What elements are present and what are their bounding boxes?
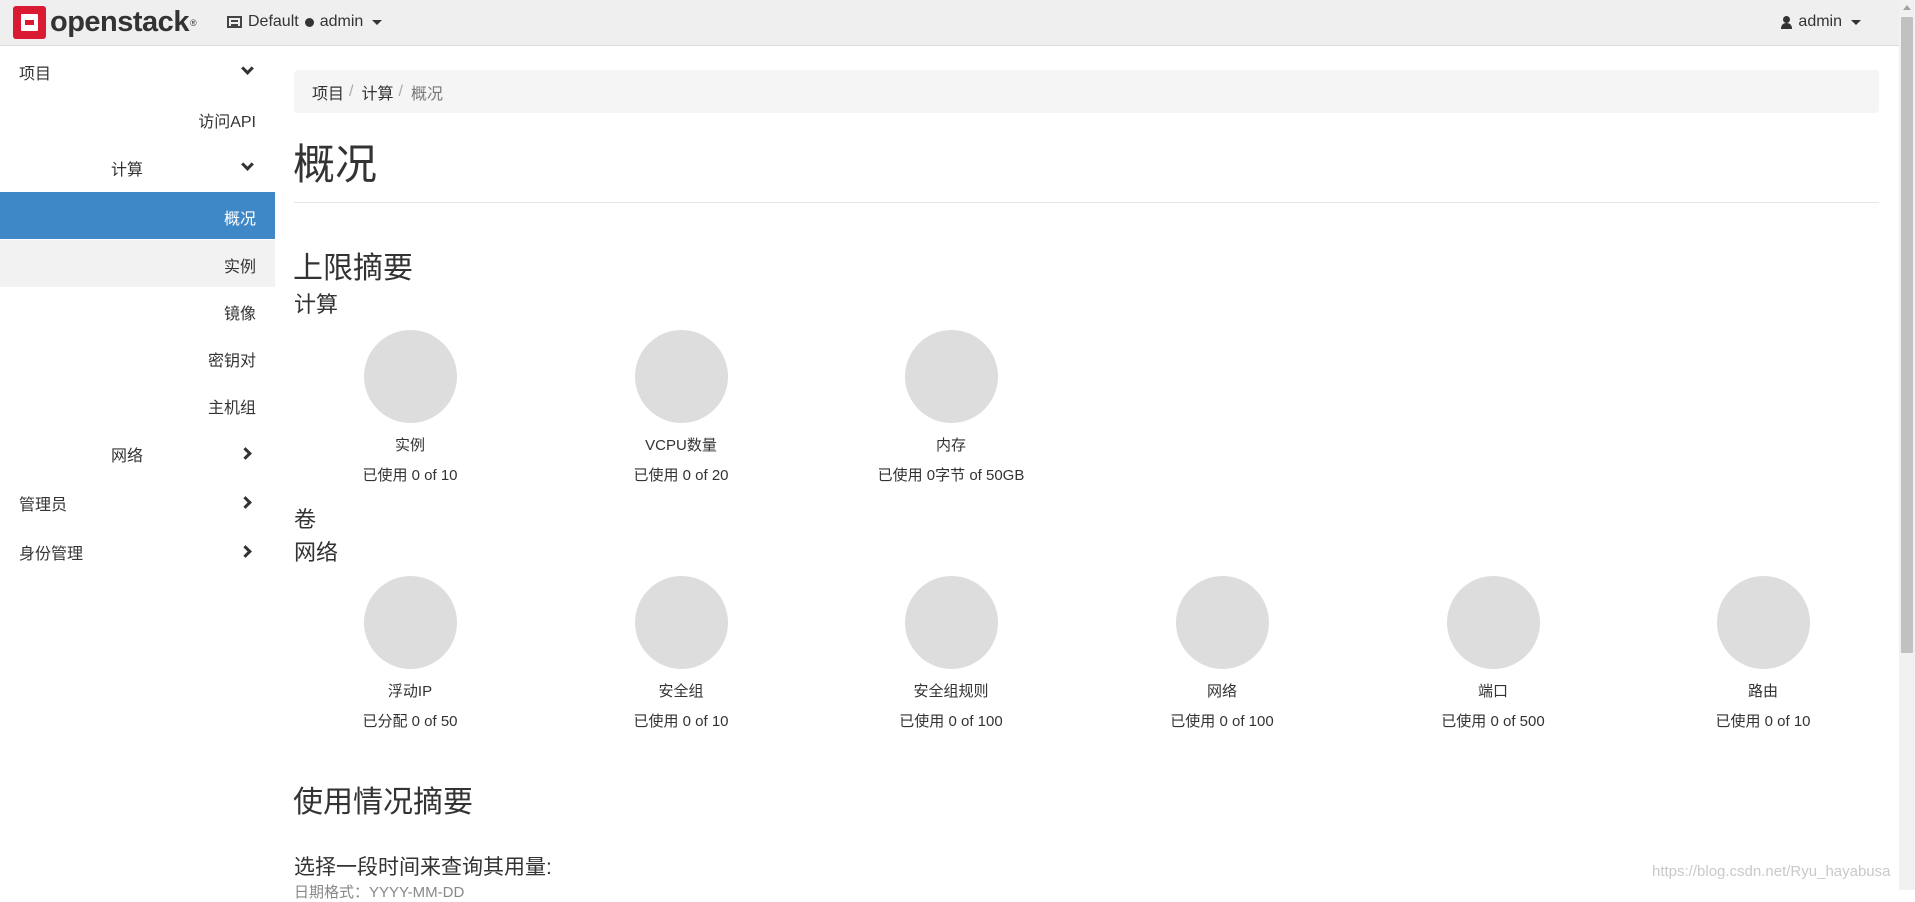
quota-usage: 已使用 0 of 10 — [362, 467, 458, 484]
quota-label: 实例 — [394, 437, 425, 454]
caret-down-icon — [372, 19, 383, 25]
quota-usage: 已使用 0 of 100 — [1170, 713, 1274, 730]
quota-pie — [363, 576, 457, 669]
scrollbar-thumb[interactable] — [1901, 17, 1913, 653]
user-menu[interactable]: admin — [1781, 13, 1861, 31]
sidebar-item-identity[interactable]: 身份管理 — [0, 527, 275, 574]
quota-chart-ram: 内存 已使用 0字节 of 50GB — [861, 330, 1041, 485]
quota-usage: 已使用 0 of 10 — [1715, 713, 1811, 730]
quota-chart-vcpus: VCPU数量 已使用 0 of 20 — [591, 330, 771, 485]
registered-mark: ® — [189, 17, 197, 28]
volume-heading: 卷 — [294, 507, 317, 532]
quota-usage: 已使用 0 of 500 — [1441, 713, 1545, 730]
quota-chart-floating-ips: 浮动IP 已分配 0 of 50 — [320, 576, 500, 731]
query-period-label: 选择一段时间来查询其用量: — [294, 856, 552, 879]
sidebar-item-instances[interactable]: 实例 — [0, 240, 275, 287]
breadcrumb-project[interactable]: 项目 — [312, 80, 344, 104]
compute-heading: 计算 — [294, 292, 339, 317]
caret-down-icon — [1851, 19, 1861, 25]
quota-pie — [904, 330, 998, 423]
breadcrumb: 项目 / 计算 / 概况 — [294, 70, 1879, 113]
vertical-scrollbar[interactable] — [1899, 0, 1915, 890]
quota-chart-security-group-rules: 安全组规则 已使用 0 of 100 — [861, 576, 1041, 731]
quota-label: 端口 — [1477, 683, 1508, 700]
quota-usage: 已使用 0字节 of 50GB — [877, 467, 1025, 484]
user-name: admin — [1798, 13, 1842, 30]
quota-label: 安全组规则 — [913, 683, 989, 700]
quota-pie — [634, 576, 728, 669]
sidebar-item-label: 主机组 — [207, 400, 256, 417]
quota-chart-networks: 网络 已使用 0 of 100 — [1132, 576, 1312, 731]
quota-pie — [634, 330, 728, 423]
scroll-up-arrow-icon[interactable] — [1903, 5, 1911, 10]
usage-summary-heading: 使用情况摘要 — [293, 786, 473, 819]
quota-pie — [363, 330, 457, 423]
quota-pie — [1716, 576, 1810, 669]
watermark: https://blog.csdn.net/Ryu_hayabusa — [1652, 863, 1891, 880]
quota-label: VCPU数量 — [645, 437, 717, 454]
quota-chart-ports: 端口 已使用 0 of 500 — [1403, 576, 1583, 731]
sidebar-item-overview[interactable]: 概况 — [0, 192, 275, 239]
sidebar-item-label: 计算 — [111, 162, 144, 179]
sidebar-item-label: 管理员 — [19, 497, 68, 514]
project-context-menu[interactable]: Default admin — [227, 13, 383, 31]
quota-label: 安全组 — [658, 683, 704, 700]
quota-chart-routers: 路由 已使用 0 of 10 — [1673, 576, 1853, 731]
title-divider — [294, 202, 1879, 203]
sidebar-item-label: 网络 — [111, 448, 144, 465]
breadcrumb-compute[interactable]: 计算 — [361, 80, 393, 104]
list-icon — [227, 16, 242, 28]
quota-usage: 已使用 0 of 20 — [633, 467, 729, 484]
sidebar-item-project[interactable]: 项目 — [0, 47, 275, 94]
sidebar-item-label: 身份管理 — [19, 546, 84, 563]
chevron-right-icon — [239, 545, 252, 558]
quota-pie — [1446, 576, 1540, 669]
quota-label: 网络 — [1206, 683, 1237, 700]
limit-summary-heading: 上限摘要 — [293, 252, 413, 285]
openstack-logo-icon — [13, 6, 46, 39]
project-name: admin — [319, 13, 364, 30]
date-format-hint: 日期格式：YYYY-MM-DD — [294, 884, 465, 901]
quota-label: 浮动IP — [387, 683, 433, 700]
sidebar-item-label: 镜像 — [223, 306, 256, 323]
separator-dot-icon — [304, 17, 314, 27]
sidebar-item-api-access[interactable]: 访问API — [0, 95, 275, 142]
sidebar-item-label: 访问API — [198, 114, 256, 131]
sidebar-item-network[interactable]: 网络 — [0, 429, 275, 476]
chevron-down-icon — [241, 158, 254, 171]
sidebar-item-server-groups[interactable]: 主机组 — [0, 381, 275, 428]
sidebar-item-label: 项目 — [19, 66, 52, 83]
quota-usage: 已使用 0 of 100 — [899, 713, 1003, 730]
quota-usage: 已分配 0 of 50 — [362, 713, 458, 730]
quota-usage: 已使用 0 of 10 — [633, 713, 729, 730]
sidebar-item-compute[interactable]: 计算 — [0, 143, 275, 190]
quota-chart-security-groups: 安全组 已使用 0 of 10 — [591, 576, 771, 731]
page-title: 概况 — [293, 141, 378, 188]
domain-name: Default — [248, 13, 299, 30]
chevron-right-icon — [239, 447, 252, 460]
chevron-down-icon — [241, 62, 254, 75]
network-heading: 网络 — [294, 540, 339, 565]
sidebar-item-label: 密钥对 — [207, 353, 256, 370]
quota-pie — [904, 576, 998, 669]
quota-pie — [1175, 576, 1269, 669]
sidebar-item-label: 概况 — [223, 211, 256, 228]
sidebar-item-label: 实例 — [223, 259, 256, 276]
brand-name: openstack — [50, 6, 189, 38]
top-navbar: openstack ® Default admin admin — [0, 0, 1899, 46]
breadcrumb-separator: / — [349, 82, 354, 100]
quota-label: 内存 — [935, 437, 966, 454]
user-icon — [1781, 15, 1793, 29]
quota-chart-instances: 实例 已使用 0 of 10 — [320, 330, 500, 485]
sidebar-item-images[interactable]: 镜像 — [0, 287, 275, 334]
openstack-logo[interactable]: openstack ® — [13, 6, 197, 39]
breadcrumb-current: 概况 — [410, 85, 443, 103]
breadcrumb-separator: / — [398, 82, 403, 100]
sidebar-item-key-pairs[interactable]: 密钥对 — [0, 334, 275, 381]
quota-label: 路由 — [1747, 683, 1778, 700]
chevron-right-icon — [239, 496, 252, 509]
sidebar-item-admin[interactable]: 管理员 — [0, 478, 275, 525]
